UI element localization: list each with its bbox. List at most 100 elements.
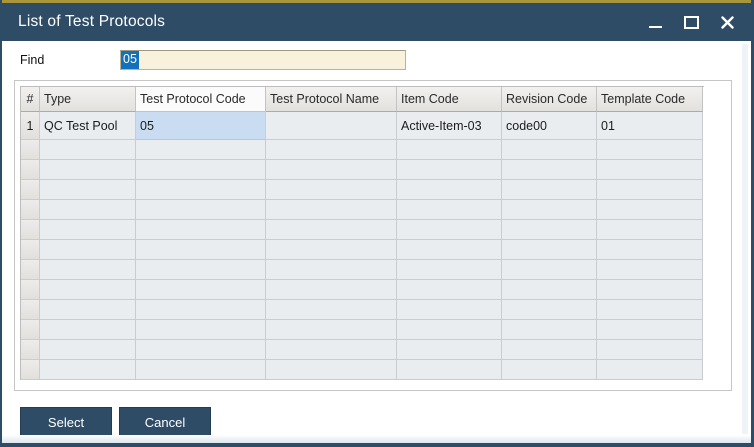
table-row-empty[interactable] [21, 160, 704, 180]
table-cell-empty[interactable] [597, 320, 703, 340]
minimize-button[interactable] [648, 15, 663, 30]
table-cell-empty[interactable] [136, 340, 266, 360]
table-cell-empty[interactable] [597, 300, 703, 320]
table-cell-empty[interactable] [136, 140, 266, 160]
table-cell-empty[interactable] [397, 260, 502, 280]
table-cell-empty[interactable] [266, 360, 397, 380]
table-cell-empty[interactable] [40, 220, 136, 240]
table-cell-empty[interactable] [266, 340, 397, 360]
table-row-empty[interactable] [21, 200, 704, 220]
row-number-cell[interactable] [21, 320, 40, 340]
table-cell-empty[interactable] [136, 240, 266, 260]
table-cell-empty[interactable] [136, 160, 266, 180]
table-cell-empty[interactable] [397, 320, 502, 340]
table-cell-revision-code[interactable]: code00 [502, 112, 597, 140]
table-cell-empty[interactable] [266, 200, 397, 220]
table-cell-empty[interactable] [266, 140, 397, 160]
table-cell-empty[interactable] [397, 240, 502, 260]
table-cell-empty[interactable] [136, 320, 266, 340]
table-cell-empty[interactable] [397, 180, 502, 200]
table-cell-empty[interactable] [40, 180, 136, 200]
find-input[interactable]: 05 [120, 50, 406, 70]
table-row-empty[interactable] [21, 280, 704, 300]
table-cell-empty[interactable] [397, 220, 502, 240]
table-cell-empty[interactable] [40, 280, 136, 300]
column-header-template-code[interactable]: Template Code [597, 87, 703, 112]
table-cell-empty[interactable] [597, 360, 703, 380]
table-cell-empty[interactable] [40, 360, 136, 380]
table-cell-empty[interactable] [597, 180, 703, 200]
table-cell-empty[interactable] [502, 320, 597, 340]
row-number-cell[interactable] [21, 200, 40, 220]
table-cell-empty[interactable] [597, 220, 703, 240]
maximize-button[interactable] [684, 15, 699, 30]
row-number-cell[interactable] [21, 220, 40, 240]
table-cell-empty[interactable] [597, 200, 703, 220]
table-row-empty[interactable] [21, 340, 704, 360]
table-cell-empty[interactable] [136, 360, 266, 380]
row-number-cell[interactable]: 1 [21, 112, 40, 140]
row-number-cell[interactable] [21, 140, 40, 160]
table-cell-empty[interactable] [397, 340, 502, 360]
table-cell-empty[interactable] [502, 300, 597, 320]
row-number-cell[interactable] [21, 160, 40, 180]
table-cell-empty[interactable] [266, 220, 397, 240]
table-cell-empty[interactable] [397, 300, 502, 320]
table-cell-empty[interactable] [266, 260, 397, 280]
table-cell-empty[interactable] [397, 140, 502, 160]
table-cell-empty[interactable] [266, 160, 397, 180]
table-cell-empty[interactable] [136, 300, 266, 320]
column-header-item-code[interactable]: Item Code [397, 87, 502, 112]
table-cell-template-code[interactable]: 01 [597, 112, 703, 140]
table-row-empty[interactable] [21, 140, 704, 160]
table-cell-empty[interactable] [40, 160, 136, 180]
table-row-empty[interactable] [21, 180, 704, 200]
table-cell-empty[interactable] [397, 200, 502, 220]
table-cell-empty[interactable] [397, 280, 502, 300]
table-row-empty[interactable] [21, 220, 704, 240]
row-number-cell[interactable] [21, 240, 40, 260]
table-cell-empty[interactable] [266, 320, 397, 340]
table-cell-empty[interactable] [502, 280, 597, 300]
table-row-empty[interactable] [21, 360, 704, 380]
table-cell-item-code[interactable]: Active-Item-03 [397, 112, 502, 140]
table-cell-test-protocol-name[interactable] [266, 112, 397, 140]
table-row[interactable]: 1 QC Test Pool 05 Active-Item-03 code00 01 [21, 112, 704, 140]
table-cell-empty[interactable] [597, 140, 703, 160]
table-cell-empty[interactable] [266, 280, 397, 300]
table-row-empty[interactable] [21, 300, 704, 320]
titlebar[interactable]: List of Test Protocols [2, 3, 751, 41]
column-header-revision-code[interactable]: Revision Code [502, 87, 597, 112]
table-cell-empty[interactable] [502, 260, 597, 280]
table-cell-empty[interactable] [502, 200, 597, 220]
table-cell-empty[interactable] [502, 340, 597, 360]
table-cell-empty[interactable] [597, 280, 703, 300]
table-cell-empty[interactable] [136, 220, 266, 240]
column-header-[interactable]: # [21, 87, 40, 112]
table-cell-empty[interactable] [136, 280, 266, 300]
table-cell-empty[interactable] [502, 180, 597, 200]
table-cell-empty[interactable] [397, 360, 502, 380]
table-cell-empty[interactable] [597, 160, 703, 180]
table-cell-empty[interactable] [502, 240, 597, 260]
row-number-cell[interactable] [21, 360, 40, 380]
table-cell-empty[interactable] [40, 140, 136, 160]
table-cell-empty[interactable] [40, 200, 136, 220]
table-row-empty[interactable] [21, 320, 704, 340]
table-cell-empty[interactable] [136, 260, 266, 280]
table-cell-empty[interactable] [502, 160, 597, 180]
row-number-cell[interactable] [21, 340, 40, 360]
table-cell-empty[interactable] [40, 340, 136, 360]
column-header-test-protocol-code[interactable]: Test Protocol Code [136, 87, 266, 112]
table-cell-empty[interactable] [502, 140, 597, 160]
close-button[interactable] [720, 15, 735, 30]
table-cell-empty[interactable] [40, 300, 136, 320]
row-number-cell[interactable] [21, 280, 40, 300]
table-cell-type[interactable]: QC Test Pool [40, 112, 136, 140]
row-number-cell[interactable] [21, 300, 40, 320]
table-cell-empty[interactable] [136, 180, 266, 200]
table-cell-empty[interactable] [597, 260, 703, 280]
table-cell-empty[interactable] [266, 180, 397, 200]
table-cell-test-protocol-code[interactable]: 05 [136, 112, 266, 140]
table-cell-empty[interactable] [40, 240, 136, 260]
